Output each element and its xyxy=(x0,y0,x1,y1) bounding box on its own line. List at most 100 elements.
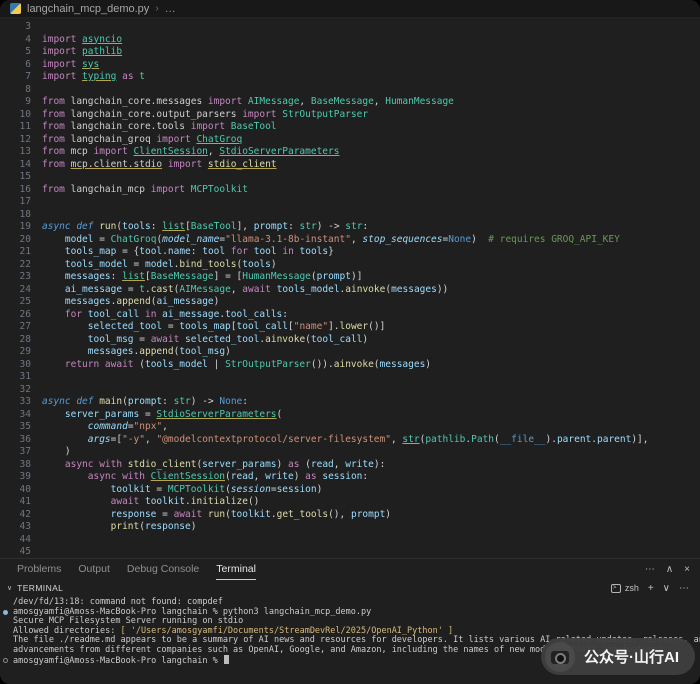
line-number[interactable]: 43 xyxy=(0,521,42,534)
code-line[interactable]: 9from langchain_core.messages import AIM… xyxy=(0,96,700,109)
line-number[interactable]: 21 xyxy=(0,246,42,259)
code-line[interactable]: 16from langchain_mcp import MCPToolkit xyxy=(0,184,700,197)
code-line[interactable]: 14from mcp.client.stdio import stdio_cli… xyxy=(0,159,700,172)
code-line[interactable]: 10from langchain_core.output_parsers imp… xyxy=(0,109,700,122)
code-line[interactable]: 36 args=["-y", "@modelcontextprotocol/se… xyxy=(0,434,700,447)
chevron-down-icon[interactable]: ∨ xyxy=(7,584,12,592)
code-line[interactable]: 25 messages.append(ai_message) xyxy=(0,296,700,309)
line-number[interactable]: 22 xyxy=(0,259,42,272)
code-line[interactable]: 27 selected_tool = tools_map[tool_call["… xyxy=(0,321,700,334)
line-number[interactable]: 32 xyxy=(0,384,42,397)
code-line[interactable]: 13from mcp import ClientSession, StdioSe… xyxy=(0,146,700,159)
line-number[interactable]: 26 xyxy=(0,309,42,322)
code-line[interactable]: 23 messages: list[BaseMessage] = [HumanM… xyxy=(0,271,700,284)
command-decoration-icon[interactable] xyxy=(3,610,8,615)
line-number[interactable]: 15 xyxy=(0,171,42,184)
line-number[interactable]: 35 xyxy=(0,421,42,434)
terminal-instance-zsh[interactable]: > zsh xyxy=(611,583,639,593)
line-number[interactable]: 6 xyxy=(0,59,42,72)
code-line[interactable]: 11from langchain_core.tools import BaseT… xyxy=(0,121,700,134)
code-line[interactable]: 34 server_params = StdioServerParameters… xyxy=(0,409,700,422)
code-line[interactable]: 37 ) xyxy=(0,446,700,459)
line-number[interactable]: 18 xyxy=(0,209,42,222)
line-number[interactable]: 27 xyxy=(0,321,42,334)
code-line[interactable]: 32 xyxy=(0,384,700,397)
line-number[interactable]: 5 xyxy=(0,46,42,59)
code-line[interactable]: 5import pathlib xyxy=(0,46,700,59)
line-number[interactable]: 39 xyxy=(0,471,42,484)
breadcrumb-ellipsis[interactable]: … xyxy=(165,3,177,15)
code-line[interactable]: 38 async with stdio_client(server_params… xyxy=(0,459,700,472)
line-number[interactable]: 10 xyxy=(0,109,42,122)
command-decoration-icon[interactable] xyxy=(3,658,8,663)
code-line[interactable]: 8 xyxy=(0,84,700,97)
panel-tab-debug-console[interactable]: Debug Console xyxy=(127,559,199,580)
line-number[interactable]: 16 xyxy=(0,184,42,197)
line-number[interactable]: 7 xyxy=(0,71,42,84)
code-line[interactable]: 41 await toolkit.initialize() xyxy=(0,496,700,509)
maximize-panel-icon[interactable]: ∧ xyxy=(666,564,673,575)
panel-tab-output[interactable]: Output xyxy=(78,559,110,580)
line-number[interactable]: 23 xyxy=(0,271,42,284)
code-line[interactable]: 21 tools_map = {tool.name: tool for tool… xyxy=(0,246,700,259)
line-number[interactable]: 4 xyxy=(0,34,42,47)
code-line[interactable]: 45 xyxy=(0,546,700,558)
code-line[interactable]: 40 toolkit = MCPToolkit(session=session) xyxy=(0,484,700,497)
code-line[interactable]: 17 xyxy=(0,196,700,209)
line-number[interactable]: 8 xyxy=(0,84,42,97)
line-number[interactable]: 24 xyxy=(0,284,42,297)
line-number[interactable]: 36 xyxy=(0,434,42,447)
code-line[interactable]: 28 tool_msg = await selected_tool.ainvok… xyxy=(0,334,700,347)
code-line[interactable]: 15 xyxy=(0,171,700,184)
code-line[interactable]: 31 xyxy=(0,371,700,384)
line-number[interactable]: 28 xyxy=(0,334,42,347)
code-line[interactable]: 33async def main(prompt: str) -> None: xyxy=(0,396,700,409)
code-line[interactable]: 39 async with ClientSession(read, write)… xyxy=(0,471,700,484)
terminal-profile-dropdown-icon[interactable]: ∨ xyxy=(663,583,670,594)
panel-tab-terminal[interactable]: Terminal xyxy=(216,559,256,580)
line-number[interactable]: 42 xyxy=(0,509,42,522)
line-number[interactable]: 3 xyxy=(0,21,42,34)
line-number[interactable]: 19 xyxy=(0,221,42,234)
code-line[interactable]: 4import asyncio xyxy=(0,34,700,47)
line-number[interactable]: 37 xyxy=(0,446,42,459)
panel-tab-problems[interactable]: Problems xyxy=(17,559,61,580)
line-number[interactable]: 31 xyxy=(0,371,42,384)
code-line[interactable]: 3 xyxy=(0,21,700,34)
line-number[interactable]: 12 xyxy=(0,134,42,147)
line-number[interactable]: 29 xyxy=(0,346,42,359)
code-line[interactable]: 30 return await (tools_model | StrOutput… xyxy=(0,359,700,372)
more-actions-icon[interactable]: ⋯ xyxy=(645,564,655,575)
line-number[interactable]: 41 xyxy=(0,496,42,509)
code-line[interactable]: 26 for tool_call in ai_message.tool_call… xyxy=(0,309,700,322)
code-line[interactable]: 19async def run(tools: list[BaseTool], p… xyxy=(0,221,700,234)
line-number[interactable]: 45 xyxy=(0,546,42,558)
code-line[interactable]: 43 print(response) xyxy=(0,521,700,534)
terminal-more-actions-icon[interactable]: ⋯ xyxy=(679,583,689,594)
line-number[interactable]: 34 xyxy=(0,409,42,422)
code-line[interactable]: 22 tools_model = model.bind_tools(tools) xyxy=(0,259,700,272)
line-number[interactable]: 20 xyxy=(0,234,42,247)
code-line[interactable]: 44 xyxy=(0,534,700,547)
close-panel-icon[interactable]: × xyxy=(684,564,690,575)
line-number[interactable]: 44 xyxy=(0,534,42,547)
code-line[interactable]: 29 messages.append(tool_msg) xyxy=(0,346,700,359)
line-number[interactable]: 33 xyxy=(0,396,42,409)
code-line[interactable]: 6import sys xyxy=(0,59,700,72)
line-number[interactable]: 17 xyxy=(0,196,42,209)
code-line[interactable]: 20 model = ChatGroq(model_name="llama-3.… xyxy=(0,234,700,247)
breadcrumb-file[interactable]: langchain_mcp_demo.py xyxy=(27,3,149,15)
line-number[interactable]: 14 xyxy=(0,159,42,172)
code-line[interactable]: 12from langchain_groq import ChatGroq xyxy=(0,134,700,147)
line-number[interactable]: 40 xyxy=(0,484,42,497)
new-terminal-button[interactable]: + xyxy=(648,583,654,594)
code-line[interactable]: 42 response = await run(toolkit.get_tool… xyxy=(0,509,700,522)
code-line[interactable]: 35 command="npx", xyxy=(0,421,700,434)
code-line[interactable]: 24 ai_message = t.cast(AIMessage, await … xyxy=(0,284,700,297)
line-number[interactable]: 9 xyxy=(0,96,42,109)
line-number[interactable]: 38 xyxy=(0,459,42,472)
line-number[interactable]: 13 xyxy=(0,146,42,159)
code-line[interactable]: 18 xyxy=(0,209,700,222)
line-number[interactable]: 30 xyxy=(0,359,42,372)
line-number[interactable]: 25 xyxy=(0,296,42,309)
